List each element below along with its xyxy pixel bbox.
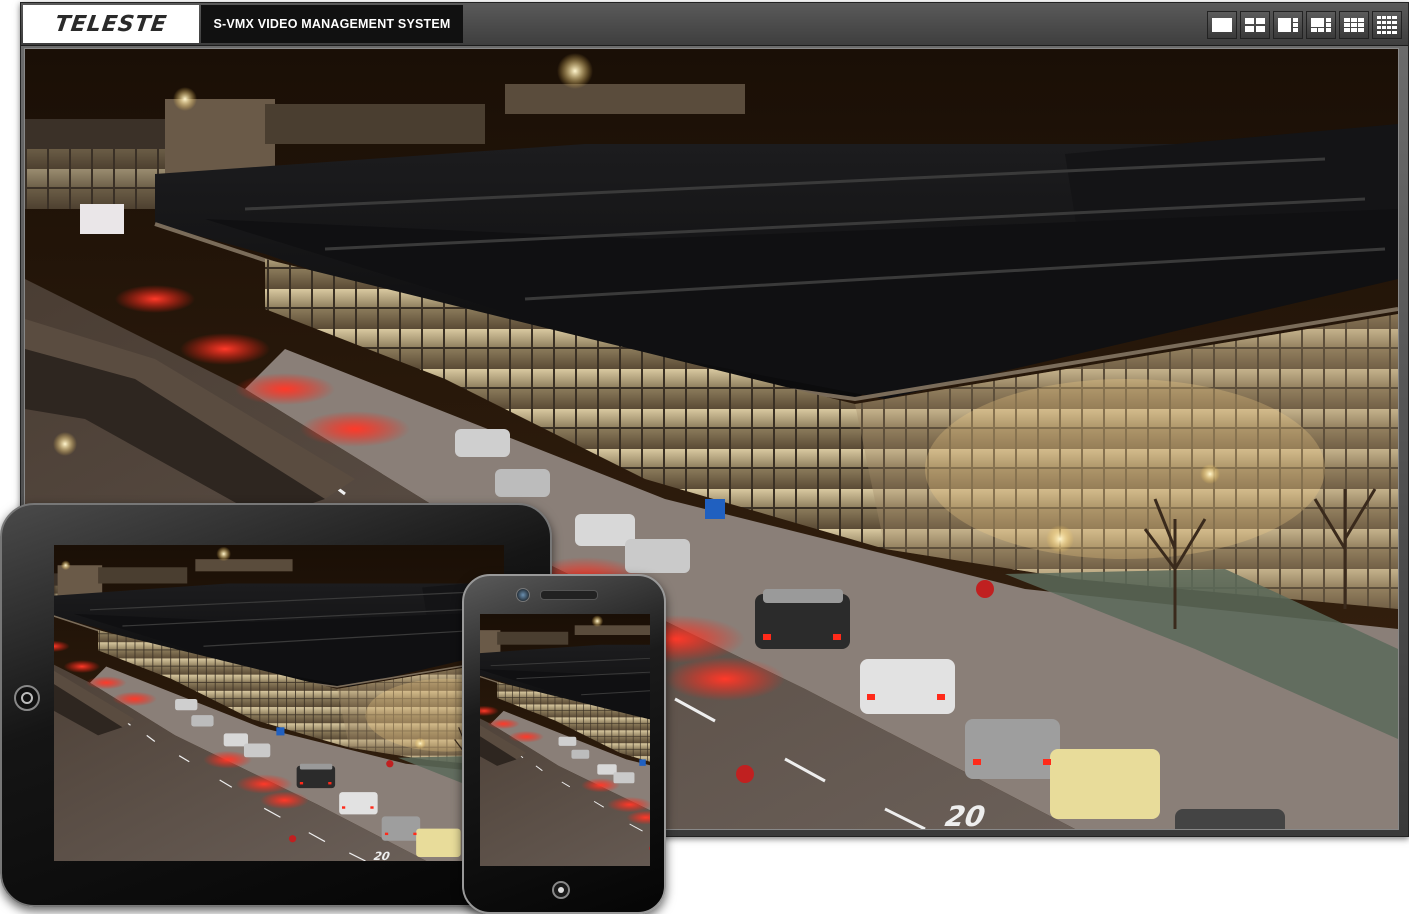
phone-camera-feed [480,614,650,866]
top-toolbar: TELESTE S-VMX VIDEO MANAGEMENT SYSTEM [21,3,1408,46]
phone-home-button-icon[interactable] [552,881,570,899]
layout-1plus5-button[interactable] [1306,11,1336,39]
layout-1plus3-button[interactable] [1273,11,1303,39]
layout-4x4-button[interactable] [1372,11,1402,39]
layout-selector [1207,11,1402,39]
layout-1x1-icon [1212,18,1232,32]
system-title: S-VMX VIDEO MANAGEMENT SYSTEM [201,5,463,43]
teleste-logo: TELESTE [23,5,199,43]
layout-1plus3-icon [1278,18,1298,32]
layout-3x3-button[interactable] [1339,11,1369,39]
tablet-video-view[interactable] [54,545,504,861]
tablet-camera-feed [54,545,504,861]
tablet-home-button-icon[interactable] [14,685,40,711]
phone-video-view[interactable] [480,614,650,866]
layout-1plus5-icon [1311,18,1331,32]
phone-camera-icon [516,588,530,602]
layout-3x3-icon [1344,18,1364,32]
layout-4x4-icon [1377,16,1397,34]
layout-2x2-icon [1245,18,1265,32]
phone-device [462,574,666,914]
layout-1x1-button[interactable] [1207,11,1237,39]
logo-text: TELESTE [53,11,169,37]
layout-2x2-button[interactable] [1240,11,1270,39]
phone-speaker-icon [540,590,598,600]
